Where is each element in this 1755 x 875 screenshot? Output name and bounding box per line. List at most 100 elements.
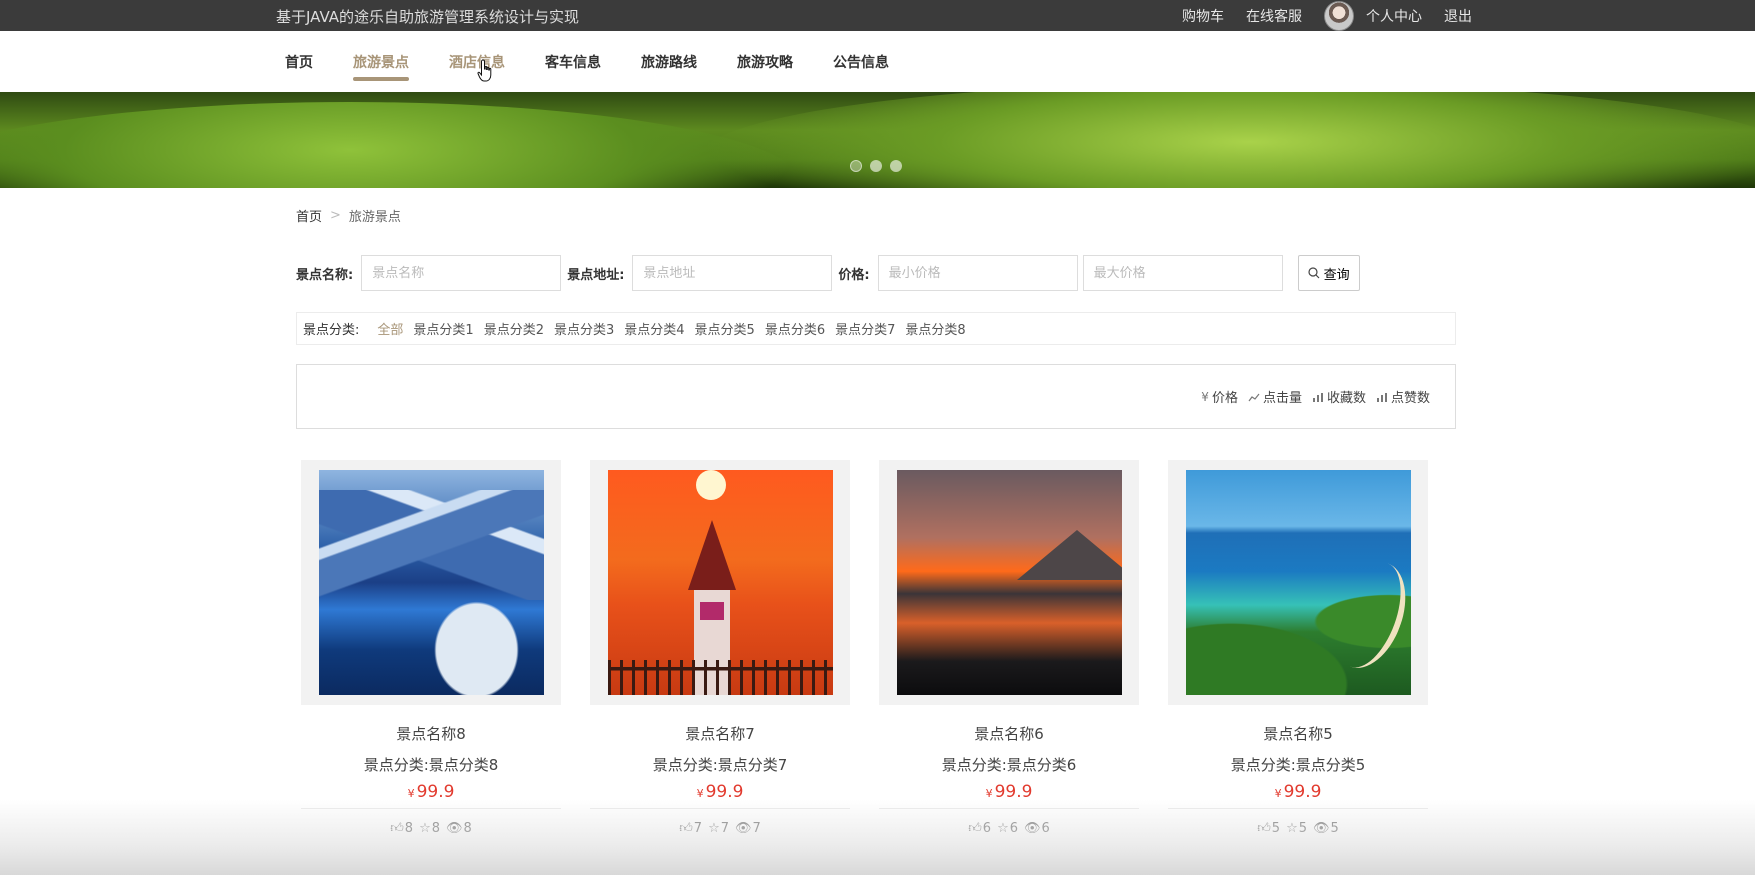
- carousel-dot[interactable]: [890, 160, 902, 172]
- top-links: 购物车 在线客服 个人中心 退出: [1160, 0, 1472, 31]
- sort-clicks[interactable]: 点击量: [1248, 387, 1302, 406]
- sort-favorites-label: 收藏数: [1326, 391, 1366, 406]
- eye-icon: 👁︎: [446, 821, 463, 836]
- attraction-name[interactable]: 景点名称6: [879, 723, 1139, 744]
- price-value: 99.9: [1283, 782, 1322, 802]
- favorites-count: 7: [720, 821, 729, 836]
- sort-likes[interactable]: 点赞数: [1376, 387, 1430, 406]
- thumbs-up-icon: 👍︎: [390, 821, 404, 836]
- price-value: 99.9: [994, 782, 1033, 802]
- card-image-frame: [1168, 460, 1428, 705]
- currency-symbol: ¥: [696, 787, 704, 800]
- category-item[interactable]: 景点分类1: [413, 319, 473, 338]
- attraction-card[interactable]: 景点名称8 景点分类:景点分类8 ¥99.9 👍︎ 8 ☆ 8 👁︎ 8: [301, 460, 561, 875]
- category-item[interactable]: 景点分类7: [835, 319, 895, 338]
- attraction-card[interactable]: 景点名称6 景点分类:景点分类6 ¥99.9 👍︎ 6 ☆ 6 👁︎ 6: [879, 460, 1139, 875]
- likes-count: 5: [1271, 821, 1281, 836]
- views-count: 7: [752, 821, 761, 836]
- search-form: 景点名称: 景点地址: 价格: 查询: [296, 255, 1360, 291]
- trend-icon: [1248, 393, 1260, 401]
- price-value: 99.9: [416, 782, 455, 802]
- nav-announcements[interactable]: 公告信息: [833, 52, 889, 72]
- card-stats: 👍︎ 6 ☆ 6 👁︎ 6: [879, 821, 1139, 836]
- views-count: 8: [463, 821, 472, 836]
- currency-symbol: ¥: [1274, 787, 1282, 800]
- views-count: 6: [1041, 821, 1050, 836]
- sort-bar: ¥ 价格 点击量 收藏数 点赞数: [296, 364, 1456, 429]
- attraction-image[interactable]: [1185, 470, 1411, 695]
- attraction-category: 景点分类:景点分类5: [1230, 756, 1366, 774]
- category-item[interactable]: 景点分类6: [765, 319, 825, 338]
- likes-count: 6: [982, 821, 992, 836]
- attraction-image[interactable]: [607, 470, 833, 695]
- attraction-image[interactable]: [896, 470, 1122, 695]
- sort-price[interactable]: ¥ 价格: [1201, 387, 1238, 407]
- attraction-card[interactable]: 景点名称5 景点分类:景点分类5 ¥99.9 👍︎ 5 ☆ 5 👁︎ 5: [1168, 460, 1428, 875]
- favorites-count: 6: [1009, 821, 1018, 836]
- max-price-input[interactable]: [1082, 255, 1283, 291]
- site-title: 基于JAVA的途乐自助旅游管理系统设计与实现: [276, 8, 580, 26]
- min-price-input[interactable]: [877, 255, 1078, 291]
- likes-count: 8: [404, 821, 414, 836]
- banner-hill: [0, 102, 800, 188]
- attraction-category: 景点分类:景点分类6: [941, 756, 1077, 774]
- bar-chart-icon: [1376, 392, 1387, 402]
- star-icon: ☆: [1286, 821, 1298, 836]
- eye-icon: 👁︎: [735, 821, 752, 836]
- attraction-price: ¥99.9: [1168, 782, 1428, 802]
- card-image-frame: [301, 460, 561, 705]
- divider: [590, 808, 850, 809]
- name-input[interactable]: [361, 255, 562, 291]
- likes-count: 7: [693, 821, 703, 836]
- views-count: 5: [1330, 821, 1339, 836]
- star-icon: ☆: [419, 821, 431, 836]
- category-all[interactable]: 全部: [377, 319, 403, 338]
- card-stats: 👍︎ 5 ☆ 5 👁︎ 5: [1168, 821, 1428, 836]
- avatar[interactable]: [1324, 0, 1354, 31]
- address-input[interactable]: [632, 255, 833, 291]
- category-item[interactable]: 景点分类4: [624, 319, 684, 338]
- divider: [1168, 808, 1428, 809]
- profile-link[interactable]: 个人中心: [1366, 6, 1422, 26]
- thumbs-up-icon: 👍︎: [679, 821, 693, 836]
- category-item[interactable]: 景点分类2: [484, 319, 544, 338]
- card-stats: 👍︎ 7 ☆ 7 👁︎ 7: [590, 821, 850, 836]
- nav-buses[interactable]: 客车信息: [545, 52, 601, 72]
- category-item[interactable]: 景点分类5: [695, 319, 755, 338]
- address-label: 景点地址:: [567, 267, 625, 283]
- top-bar: 基于JAVA的途乐自助旅游管理系统设计与实现 购物车 在线客服 个人中心 退出: [0, 0, 1755, 31]
- category-item[interactable]: 景点分类8: [905, 319, 965, 338]
- divider: [879, 808, 1139, 809]
- card-image-frame: [879, 460, 1139, 705]
- favorites-count: 8: [431, 821, 440, 836]
- logout-link[interactable]: 退出: [1444, 6, 1472, 26]
- nav-guides[interactable]: 旅游攻略: [737, 52, 793, 72]
- search-icon: [1308, 267, 1320, 279]
- thumbs-up-icon: 👍︎: [968, 821, 982, 836]
- attraction-name[interactable]: 景点名称7: [590, 723, 850, 744]
- attraction-category: 景点分类:景点分类7: [652, 756, 788, 774]
- nav-routes[interactable]: 旅游路线: [641, 52, 697, 72]
- bar-chart-icon: [1312, 392, 1323, 402]
- online-service-link[interactable]: 在线客服: [1246, 6, 1302, 26]
- attraction-image[interactable]: [318, 470, 544, 695]
- carousel-dot[interactable]: [850, 160, 862, 172]
- category-item[interactable]: 景点分类3: [554, 319, 614, 338]
- sort-likes-label: 点赞数: [1390, 391, 1430, 406]
- carousel-dot[interactable]: [870, 160, 882, 172]
- attraction-name[interactable]: 景点名称5: [1168, 723, 1428, 744]
- carousel-dots: [850, 160, 902, 172]
- nav-attractions[interactable]: 旅游景点: [353, 52, 409, 81]
- attraction-name[interactable]: 景点名称8: [301, 723, 561, 744]
- star-icon: ☆: [708, 821, 720, 836]
- nav-home[interactable]: 首页: [285, 52, 313, 72]
- currency-symbol: ¥: [407, 787, 415, 800]
- attraction-category: 景点分类:景点分类8: [363, 756, 499, 774]
- cart-link[interactable]: 购物车: [1182, 6, 1224, 26]
- sort-favorites[interactable]: 收藏数: [1312, 387, 1366, 406]
- card-image-frame: [590, 460, 850, 705]
- attraction-list: 景点名称8 景点分类:景点分类8 ¥99.9 👍︎ 8 ☆ 8 👁︎ 8 景点名称7 …: [301, 460, 1428, 875]
- breadcrumb-home[interactable]: 首页: [296, 206, 322, 225]
- search-button[interactable]: 查询: [1297, 255, 1360, 291]
- attraction-card[interactable]: 景点名称7 景点分类:景点分类7 ¥99.9 👍︎ 7 ☆ 7 👁︎ 7: [590, 460, 850, 875]
